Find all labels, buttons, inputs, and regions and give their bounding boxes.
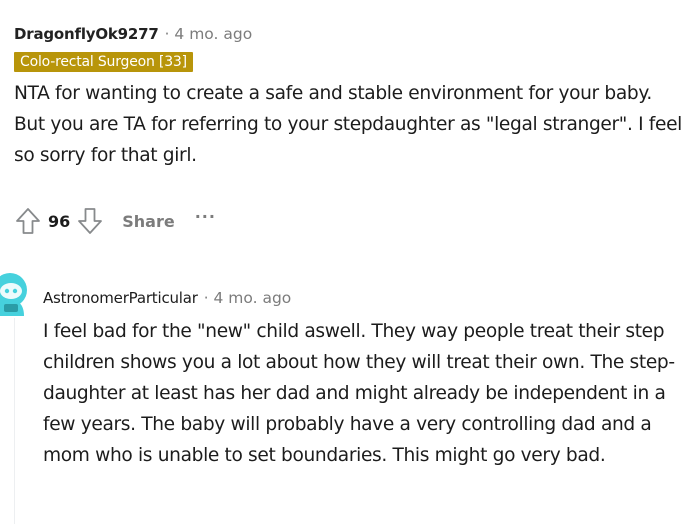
meta-separator: ·: [164, 25, 170, 43]
comment-username[interactable]: DragonflyOk9277: [14, 24, 159, 44]
reply-body: I feel bad for the "new" child aswell. T…: [43, 321, 675, 466]
more-options-button[interactable]: ···: [195, 207, 216, 226]
avatar[interactable]: [0, 270, 30, 316]
reply-comment: AstronomerParticular · 4 mo. ago I feel …: [43, 288, 693, 471]
user-flair: Colo-rectal Surgeon [33]: [14, 52, 193, 72]
reply-username[interactable]: AstronomerParticular: [43, 288, 198, 308]
reply-timestamp[interactable]: 4 mo. ago: [214, 288, 292, 308]
comment: DragonflyOk9277 · 4 mo. ago Colo-rectal …: [14, 24, 694, 171]
comment-body: NTA for wanting to create a safe and sta…: [14, 83, 682, 166]
thread-line[interactable]: [14, 318, 15, 524]
meta-separator: ·: [203, 289, 209, 307]
downvote-icon[interactable]: [76, 205, 104, 237]
comment-meta: DragonflyOk9277 · 4 mo. ago: [14, 24, 694, 44]
comment-actions: 96 Share ···: [14, 205, 216, 237]
share-button[interactable]: Share: [122, 212, 174, 231]
upvote-icon[interactable]: [14, 205, 42, 237]
reply-meta: AstronomerParticular · 4 mo. ago: [43, 288, 693, 308]
snoo-avatar-icon: [0, 273, 27, 316]
comment-timestamp[interactable]: 4 mo. ago: [174, 24, 252, 44]
vote-count: 96: [48, 211, 71, 231]
